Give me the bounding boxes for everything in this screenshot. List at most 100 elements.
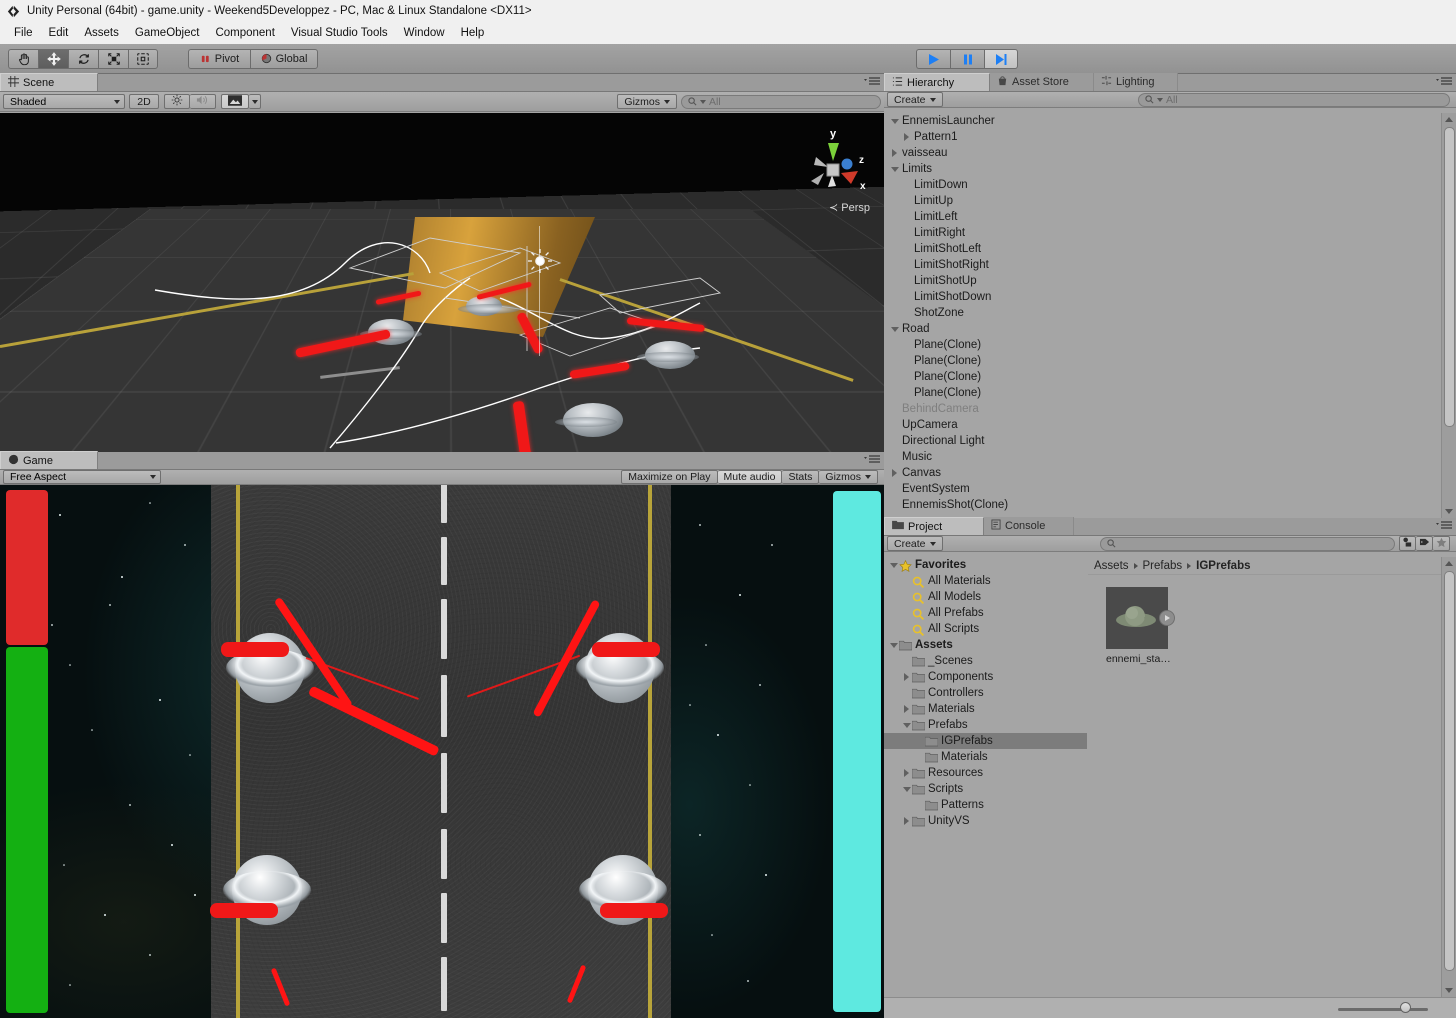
- tab-project[interactable]: Project: [884, 517, 984, 535]
- mute-audio-button[interactable]: Mute audio: [717, 470, 783, 484]
- step-button[interactable]: [984, 49, 1018, 69]
- project-item-assets[interactable]: Assets: [884, 637, 1087, 653]
- rect-transform-tool-button[interactable]: [128, 48, 158, 69]
- scene-effects-dropdown[interactable]: [249, 94, 261, 109]
- project-item-igprefabs[interactable]: IGPrefabs: [884, 733, 1087, 749]
- global-button[interactable]: Global: [250, 48, 318, 69]
- hierarchy-item-plane-clone[interactable]: Plane(Clone): [884, 353, 1440, 369]
- chevron-down-icon[interactable]: [889, 116, 900, 127]
- hierarchy-item-vaisseau[interactable]: vaisseau: [884, 145, 1440, 161]
- chevron-down-icon[interactable]: [889, 164, 900, 175]
- favorite-filter-button[interactable]: [1433, 536, 1450, 551]
- hierarchy-item-limitshotright[interactable]: LimitShotRight: [884, 257, 1440, 273]
- hierarchy-item-upcamera[interactable]: UpCamera: [884, 417, 1440, 433]
- hierarchy-scroll-thumb[interactable]: [1444, 127, 1455, 427]
- hierarchy-tree[interactable]: EnnemisLauncher Pattern1 vaisseau Limits Lim…: [884, 113, 1440, 518]
- shading-mode-dropdown[interactable]: Shaded: [3, 94, 125, 109]
- hierarchy-item-limitleft[interactable]: LimitLeft: [884, 209, 1440, 225]
- project-item-all-scripts[interactable]: All Scripts: [884, 621, 1087, 637]
- scene-enemy-object[interactable]: [458, 296, 520, 316]
- project-search-input[interactable]: [1100, 536, 1395, 551]
- project-item-all-materials[interactable]: All Materials: [884, 573, 1087, 589]
- project-item-scripts[interactable]: Scripts: [884, 781, 1087, 797]
- project-item-materials[interactable]: Materials: [884, 701, 1087, 717]
- asset-item[interactable]: ennemi_sta…: [1106, 587, 1175, 665]
- hierarchy-item-shotzone[interactable]: ShotZone: [884, 305, 1440, 321]
- hierarchy-create-button[interactable]: Create: [887, 92, 943, 107]
- hierarchy-item-limitdown[interactable]: LimitDown: [884, 177, 1440, 193]
- hierarchy-item-plane-clone[interactable]: Plane(Clone): [884, 369, 1440, 385]
- chevron-right-icon[interactable]: [901, 672, 912, 683]
- hierarchy-item-limitup[interactable]: LimitUp: [884, 193, 1440, 209]
- menu-item-help[interactable]: Help: [453, 25, 493, 41]
- slider-knob[interactable]: [1400, 1002, 1411, 1013]
- project-scroll-thumb[interactable]: [1444, 571, 1455, 971]
- hierarchy-item-ennemisshot-clone[interactable]: EnnemisShot(Clone): [884, 497, 1440, 513]
- label-filter-button[interactable]: [1416, 536, 1433, 551]
- scroll-up-arrow-icon[interactable]: [1445, 561, 1453, 566]
- scene-lighting-toggle[interactable]: [164, 94, 190, 109]
- chevron-down-icon[interactable]: [901, 720, 912, 731]
- project-item-all-prefabs[interactable]: All Prefabs: [884, 605, 1087, 621]
- project-folder-tree[interactable]: Favorites All Materials All Models All Pref…: [884, 557, 1087, 997]
- scene-effects-toggle[interactable]: [221, 94, 249, 109]
- tab-asset-store[interactable]: Asset Store: [990, 73, 1094, 91]
- chevron-right-icon[interactable]: [901, 132, 912, 143]
- scene-enemy-object[interactable]: [555, 403, 623, 437]
- menu-item-gameobject[interactable]: GameObject: [127, 25, 208, 41]
- scene-search-input[interactable]: All: [681, 94, 881, 109]
- rotate-tool-button[interactable]: [68, 48, 98, 69]
- project-item-materials[interactable]: Materials: [884, 749, 1087, 765]
- menu-item-visual-studio-tools[interactable]: Visual Studio Tools: [283, 25, 396, 41]
- scroll-up-arrow-icon[interactable]: [1445, 117, 1453, 122]
- menu-bar[interactable]: File Edit Assets GameObject Component Vi…: [0, 22, 1456, 44]
- chevron-down-icon[interactable]: [888, 560, 899, 571]
- tab-lighting[interactable]: Lighting: [1094, 73, 1178, 91]
- project-item-all-models[interactable]: All Models: [884, 589, 1087, 605]
- prefab-select-icon[interactable]: [1159, 610, 1175, 626]
- hierarchy-item-music[interactable]: Music: [884, 449, 1440, 465]
- pause-button[interactable]: [950, 49, 984, 69]
- hierarchy-item-limitshotleft[interactable]: LimitShotLeft: [884, 241, 1440, 257]
- scene-audio-toggle[interactable]: [190, 94, 216, 109]
- hierarchy-item-plane-clone[interactable]: Plane(Clone): [884, 385, 1440, 401]
- hierarchy-search-input[interactable]: All: [1138, 92, 1450, 107]
- aspect-ratio-dropdown[interactable]: Free Aspect: [3, 470, 161, 484]
- stats-button[interactable]: Stats: [782, 470, 820, 484]
- project-item-resources[interactable]: Resources: [884, 765, 1087, 781]
- hierarchy-item-pattern1[interactable]: Pattern1: [884, 129, 1440, 145]
- scene-viewport[interactable]: y z x ≺ Persp: [0, 113, 884, 452]
- breadcrumb-item-igprefabs[interactable]: IGPrefabs: [1196, 560, 1250, 572]
- tab-scene[interactable]: Scene: [0, 73, 98, 91]
- chevron-right-icon[interactable]: [901, 704, 912, 715]
- project-item-scenes[interactable]: _Scenes: [884, 653, 1087, 669]
- scale-tool-button[interactable]: [98, 48, 128, 69]
- chevron-right-icon[interactable]: [901, 768, 912, 779]
- scroll-down-arrow-icon[interactable]: [1445, 509, 1453, 514]
- project-item-unityvs[interactable]: UnityVS: [884, 813, 1087, 829]
- hierarchy-scrollbar[interactable]: [1441, 113, 1456, 518]
- hierarchy-item-limitright[interactable]: LimitRight: [884, 225, 1440, 241]
- project-item-favorites[interactable]: Favorites: [884, 557, 1087, 573]
- 2d-toggle-button[interactable]: 2D: [129, 94, 159, 109]
- hierarchy-item-behindcamera[interactable]: BehindCamera: [884, 401, 1440, 417]
- menu-item-window[interactable]: Window: [396, 25, 453, 41]
- directional-light-gizmo-icon[interactable]: [525, 246, 555, 279]
- maximize-on-play-button[interactable]: Maximize on Play: [621, 470, 718, 484]
- hierarchy-item-plane-clone[interactable]: Plane(Clone): [884, 337, 1440, 353]
- hierarchy-item-limitshotdown[interactable]: LimitShotDown: [884, 289, 1440, 305]
- project-scrollbar[interactable]: [1441, 557, 1456, 997]
- breadcrumb-item-prefabs[interactable]: Prefabs: [1143, 560, 1183, 572]
- game-gizmos-button[interactable]: Gizmos: [819, 470, 878, 484]
- menu-item-edit[interactable]: Edit: [41, 25, 77, 41]
- tab-console[interactable]: Console: [984, 517, 1074, 535]
- chevron-down-icon[interactable]: [889, 324, 900, 335]
- menu-item-file[interactable]: File: [6, 25, 41, 41]
- hierarchy-item-canvas[interactable]: Canvas: [884, 465, 1440, 481]
- hierarchy-item-limits[interactable]: Limits: [884, 161, 1440, 177]
- hierarchy-item-limitshotup[interactable]: LimitShotUp: [884, 273, 1440, 289]
- chevron-right-icon[interactable]: [889, 148, 900, 159]
- asset-zoom-slider[interactable]: [1338, 1002, 1428, 1013]
- chevron-right-icon[interactable]: [901, 816, 912, 827]
- play-button[interactable]: [916, 49, 950, 69]
